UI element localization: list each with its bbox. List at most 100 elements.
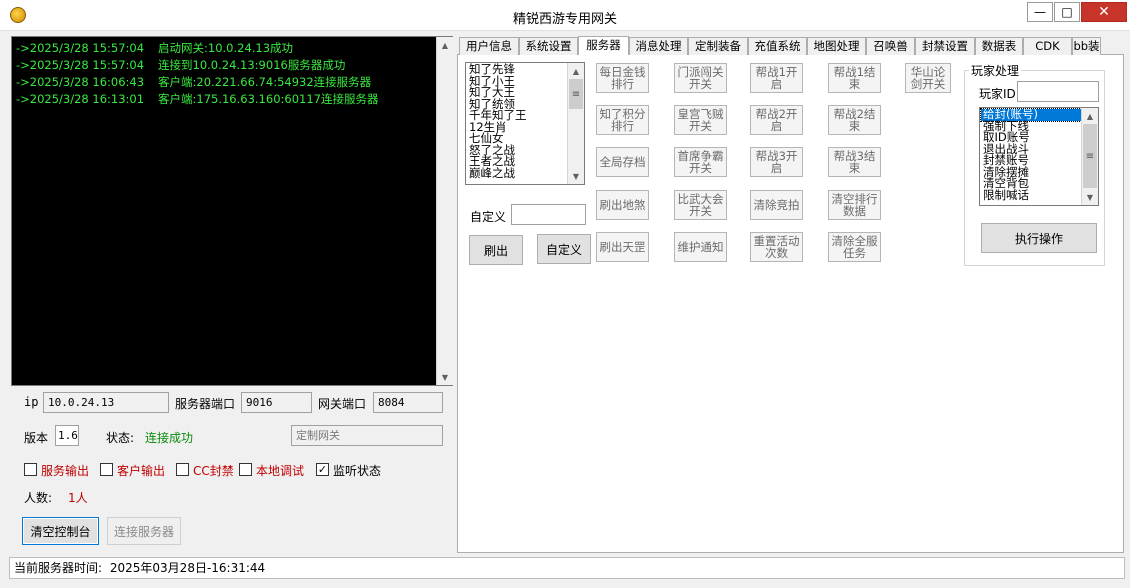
tab-10[interactable]: 数据表 xyxy=(975,37,1023,55)
people-count: 1人 xyxy=(68,491,88,505)
scroll-grip-icon: ≡ xyxy=(571,88,581,100)
action-button[interactable]: 帮战1开启 xyxy=(750,63,803,93)
tab-6[interactable]: 充值系统 xyxy=(748,37,807,55)
checkbox-1[interactable] xyxy=(24,463,37,476)
console-output: ->2025/3/28 15:57:04 启动网关:10.0.24.13成功 ->2… xyxy=(11,36,453,386)
action-button[interactable]: 清除全服任务 xyxy=(828,232,881,262)
log-timestamp: ->2025/3/28 16:13:01 xyxy=(16,92,145,106)
action-button[interactable]: 知了积分排行 xyxy=(596,105,649,135)
server-port-label: 服务器端口 xyxy=(175,397,236,411)
action-button[interactable]: 每日金钱排行 xyxy=(596,63,649,93)
ip-label: ip xyxy=(24,395,39,409)
action-button[interactable]: 首席争霸开关 xyxy=(674,147,727,177)
action-button[interactable]: 维护通知 xyxy=(674,232,727,262)
maximize-button[interactable]: □ xyxy=(1054,2,1080,22)
action-button[interactable]: 重置活动次数 xyxy=(750,232,803,262)
event-list-scrollbar[interactable]: ▲ ≡ ▼ xyxy=(567,63,584,184)
player-id-input[interactable] xyxy=(1017,81,1099,102)
tab-3[interactable]: 服务器 xyxy=(578,36,629,55)
checkbox-4[interactable] xyxy=(239,463,252,476)
log-line: ->2025/3/28 15:57:04 启动网关:10.0.24.13成功 xyxy=(16,40,436,57)
action-button[interactable]: 刷出天罡 xyxy=(596,232,649,262)
action-button[interactable]: 清空排行数据 xyxy=(828,190,881,220)
tab-2[interactable]: 系统设置 xyxy=(519,37,578,55)
scroll-down-icon[interactable]: ▼ xyxy=(1082,189,1098,205)
clear-console-button[interactable]: 清空控制台 xyxy=(22,517,99,545)
version-field[interactable]: 1.6 xyxy=(55,425,79,446)
action-button[interactable]: 帮战1结束 xyxy=(828,63,881,93)
execute-action-button[interactable]: 执行操作 xyxy=(981,223,1097,253)
log-timestamp: ->2025/3/28 16:06:43 xyxy=(16,75,145,89)
tab-11[interactable]: CDK xyxy=(1023,37,1072,55)
tab-1[interactable]: 用户信息 xyxy=(459,37,519,55)
player-action-listbox[interactable]: 给封(账号) 强制下线 取ID账号 退出战斗 封禁账号 清除摆摊 清空背包 限制喊话 ▲ ≡ … xyxy=(979,107,1099,206)
status-label: 状态: xyxy=(106,431,135,445)
log-message: 客户端:20.221.66.74:54932连接服务器 xyxy=(158,75,372,89)
checkmark-icon: ✓ xyxy=(317,463,328,476)
console-scrollbar[interactable]: ▲ ▼ xyxy=(436,37,453,385)
action-button[interactable]: 门派闯关开关 xyxy=(674,63,727,93)
console-lines: ->2025/3/28 15:57:04 启动网关:10.0.24.13成功 ->2… xyxy=(16,40,436,108)
log-message: 连接到10.0.24.13:9016服务器成功 xyxy=(158,58,346,72)
player-id-label: 玩家ID xyxy=(979,87,1016,101)
action-button[interactable]: 刷出地煞 xyxy=(596,190,649,220)
scroll-down-icon[interactable]: ▼ xyxy=(568,168,584,184)
action-button[interactable]: 帮战2结束 xyxy=(828,105,881,135)
scroll-down-icon[interactable]: ▼ xyxy=(437,369,453,385)
tab-12[interactable]: bb装 xyxy=(1072,37,1101,55)
tab-9[interactable]: 封禁设置 xyxy=(915,37,975,55)
scroll-grip-icon: ≡ xyxy=(1085,150,1095,162)
action-button[interactable]: 全局存档 xyxy=(596,147,649,177)
checkbox-label: 本地调试 xyxy=(256,464,305,478)
action-button[interactable]: 皇宫飞贼开关 xyxy=(674,105,727,135)
tab-4[interactable]: 消息处理 xyxy=(629,37,688,55)
checkbox-3[interactable] xyxy=(176,463,189,476)
event-listbox[interactable]: 知了先锋 知了小王 知了大王 知了统领 千年知了王 12生肖 七仙女 怒了之战 王者之战 巅峰之战… xyxy=(465,62,585,185)
log-timestamp: ->2025/3/28 15:57:04 xyxy=(16,41,145,55)
server-time-label: 当前服务器时间: xyxy=(14,561,103,575)
checkbox-label: 服务输出 xyxy=(41,464,90,478)
version-label: 版本 xyxy=(24,431,49,445)
log-line: ->2025/3/28 16:13:01 客户端:175.16.63.160:60… xyxy=(16,91,436,108)
custom-input[interactable] xyxy=(511,204,586,225)
action-button[interactable]: 华山论剑开关 xyxy=(905,63,951,93)
action-button[interactable]: 帮战3开启 xyxy=(750,147,803,177)
refresh-button[interactable]: 刷出 xyxy=(469,235,523,265)
checkbox-5[interactable]: ✓ xyxy=(316,463,329,476)
scroll-up-icon[interactable]: ▲ xyxy=(568,63,584,79)
window-title: 精锐西游专用网关 xyxy=(512,12,617,27)
custom-button[interactable]: 自定义 xyxy=(537,234,591,264)
checkbox-label: 监听状态 xyxy=(333,464,382,478)
tab-8[interactable]: 召唤兽 xyxy=(866,37,915,55)
gateway-port-field[interactable]: 8084 xyxy=(373,392,443,413)
player-action-item[interactable]: 限制喊话 xyxy=(981,189,1081,202)
server-port-field[interactable]: 9016 xyxy=(241,392,312,413)
scroll-thumb[interactable]: ≡ xyxy=(1083,124,1097,188)
action-button[interactable]: 帮战2开启 xyxy=(750,105,803,135)
people-label: 人数: xyxy=(24,491,53,505)
scroll-thumb[interactable]: ≡ xyxy=(569,79,583,109)
checkbox-2[interactable] xyxy=(100,463,113,476)
action-button[interactable]: 帮战3结束 xyxy=(828,147,881,177)
log-message: 启动网关:10.0.24.13成功 xyxy=(158,41,294,55)
log-line: ->2025/3/28 15:57:04 连接到10.0.24.13:9016服务… xyxy=(16,57,436,74)
tab-5[interactable]: 定制装备 xyxy=(688,37,748,55)
status-bar: 当前服务器时间: 2025年03月28日-16:31:44 xyxy=(9,557,1125,579)
action-button[interactable]: 比武大会开关 xyxy=(674,190,727,220)
minimize-button[interactable]: — xyxy=(1027,2,1053,22)
list-item[interactable]: 巅峰之战 xyxy=(467,167,567,180)
scroll-up-icon[interactable]: ▲ xyxy=(437,37,453,53)
tab-7[interactable]: 地图处理 xyxy=(807,37,866,55)
scroll-up-icon[interactable]: ▲ xyxy=(1082,108,1098,124)
server-time-value: 2025年03月28日-16:31:44 xyxy=(109,561,266,575)
custom-label: 自定义 xyxy=(470,210,507,224)
close-button[interactable]: ✕ xyxy=(1081,2,1127,22)
player-group-title: 玩家处理 xyxy=(969,62,1022,79)
custom-gateway-field[interactable]: 定制网关 xyxy=(291,425,443,446)
ip-field[interactable]: 10.0.24.13 xyxy=(43,392,169,413)
log-message: 客户端:175.16.63.160:60117连接服务器 xyxy=(158,92,379,106)
connect-server-button[interactable]: 连接服务器 xyxy=(107,517,181,545)
status-value: 连接成功 xyxy=(145,431,194,445)
player-action-scrollbar[interactable]: ▲ ≡ ▼ xyxy=(1081,108,1098,205)
action-button[interactable]: 清除竞拍 xyxy=(750,190,803,220)
